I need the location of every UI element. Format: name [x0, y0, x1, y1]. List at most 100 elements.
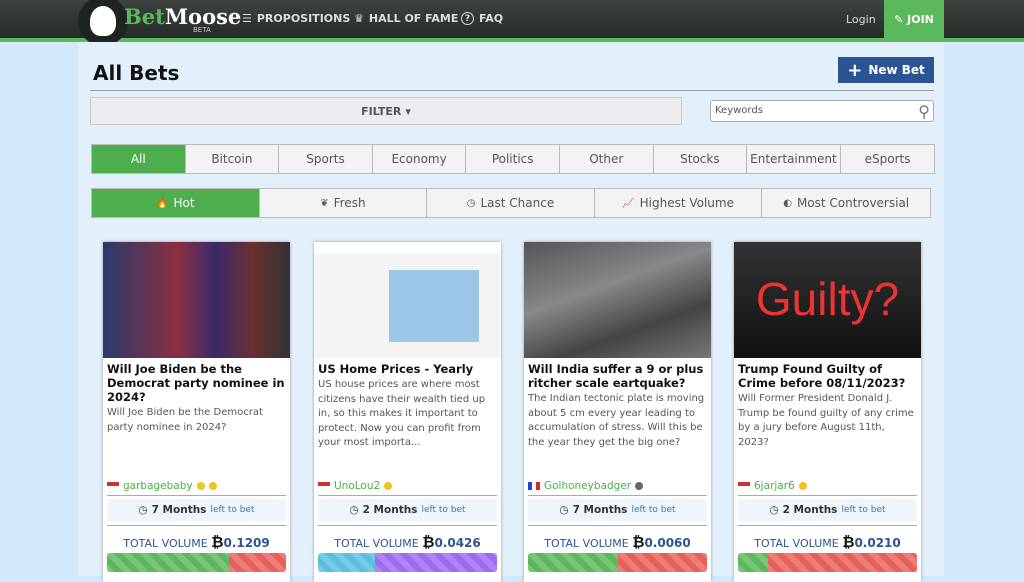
sort-most-controversial[interactable]: ◐ Most Controversial: [762, 189, 930, 217]
time-left: ◷ 7 Months left to bet: [107, 499, 286, 521]
bet-image[interactable]: [524, 242, 711, 358]
bet-image[interactable]: [103, 242, 290, 358]
tab-all[interactable]: All: [92, 145, 186, 173]
sort-icon: 📈: [622, 197, 635, 209]
bet-author[interactable]: garbagebaby: [107, 480, 217, 492]
time-value: 2 Months: [362, 504, 418, 516]
search-icon[interactable]: ⚲: [918, 102, 930, 121]
brand-name[interactable]: BetMoose: [124, 4, 241, 29]
filter-label: FILTER: [361, 104, 402, 118]
divider: [528, 495, 707, 496]
volume-label: TOTAL VOLUME: [544, 537, 629, 550]
tab-stocks[interactable]: Stocks: [653, 145, 748, 173]
odds-bar-yes: [528, 553, 618, 572]
caret-down-icon: ▾: [405, 104, 411, 118]
bet-author[interactable]: Golhoneybadger: [528, 480, 644, 492]
sort-highest-volume[interactable]: 📈 Highest Volume: [594, 189, 763, 217]
odds-bar-no: [768, 553, 917, 572]
sort-icon: ❦: [320, 197, 329, 209]
bitcoin-icon: ₿: [422, 533, 435, 551]
tab-label: Economy: [391, 152, 447, 166]
bet-description: US house prices are where most citizens …: [318, 379, 486, 448]
time-value: 2 Months: [782, 504, 838, 516]
edit-icon: ✎: [894, 12, 908, 26]
sort-fresh[interactable]: ❦ Fresh: [259, 189, 428, 217]
coins-icon: ☰: [242, 12, 252, 25]
odds-bar-yes: [738, 553, 769, 572]
divider: [738, 495, 917, 496]
new-bet-button[interactable]: + New Bet: [838, 57, 934, 83]
time-suffix: left to bet: [631, 505, 676, 515]
tab-label: Sports: [306, 152, 345, 166]
filter-toggle[interactable]: FILTER ▾: [90, 97, 682, 125]
flag-us-icon: [738, 482, 750, 490]
nav-label: FAQ: [479, 12, 504, 25]
bet-title[interactable]: Will Joe Biden be the Democrat party nom…: [103, 358, 290, 404]
time-suffix: left to bet: [421, 505, 466, 515]
odds-bar-no: [375, 553, 497, 572]
plus-icon: +: [847, 59, 863, 81]
bet-title[interactable]: Will India suffer a 9 or plus ritcher sc…: [524, 358, 711, 390]
join-button[interactable]: ✎ JOIN: [884, 0, 944, 38]
clock-icon: ◷: [138, 504, 148, 516]
bet-image[interactable]: Guilty?: [734, 242, 921, 358]
username: Golhoneybadger: [544, 480, 632, 492]
trophy-icon: ♛: [354, 12, 364, 25]
tab-bitcoin[interactable]: Bitcoin: [185, 145, 280, 173]
question-icon: ?: [461, 12, 474, 25]
odds-bar: [107, 553, 286, 572]
tab-politics[interactable]: Politics: [466, 145, 560, 173]
bet-title[interactable]: US Home Prices - Yearly: [314, 358, 501, 376]
flag-us-icon: [318, 482, 330, 490]
sort-tabs: 🔥 Hot ❦ Fresh ◷ Last Chance 📈 Highest Volume ◐ Mo…: [91, 188, 931, 218]
odds-bar-no: [228, 553, 286, 572]
nav-label: HALL OF FAME: [368, 12, 459, 25]
bet-card[interactable]: Will Joe Biden be the Democrat party nom…: [103, 242, 290, 582]
odds-bar-yes: [318, 553, 376, 572]
tab-entertainment[interactable]: Entertainment: [747, 145, 841, 173]
bitcoin-icon: ₿: [211, 533, 224, 551]
tab-label: Stocks: [680, 152, 720, 166]
odds-bar-yes: [107, 553, 229, 572]
bet-author[interactable]: UnoLou2: [318, 480, 393, 492]
divider: [738, 525, 917, 526]
login-link[interactable]: Login: [846, 13, 876, 26]
sort-last-chance[interactable]: ◷ Last Chance: [427, 189, 595, 217]
username: garbagebaby: [123, 480, 193, 492]
bet-card[interactable]: Will India suffer a 9 or plus ritcher sc…: [524, 242, 711, 582]
time-suffix: left to bet: [841, 505, 886, 515]
clock-icon: ◷: [769, 504, 779, 516]
bitcoin-icon: ₿: [632, 533, 645, 551]
nav-label: PROPOSITIONS: [256, 12, 351, 25]
search-input[interactable]: Keywords ⚲: [710, 100, 934, 122]
odds-bar: [738, 553, 917, 572]
volume-value: 0.1209: [223, 536, 270, 550]
nav-faq[interactable]: ? FAQ: [461, 12, 503, 25]
moose-logo-icon: [90, 6, 116, 36]
clock-icon: ◷: [559, 504, 569, 516]
tab-label: Entertainment: [750, 152, 837, 166]
tab-label: Most Controversial: [796, 196, 910, 210]
total-volume: TOTAL VOLUME ₿0.0210: [734, 533, 921, 551]
bet-card[interactable]: US Home Prices - Yearly US house prices …: [314, 242, 501, 582]
nav-propositions[interactable]: ☰ PROPOSITIONS: [242, 12, 350, 25]
tab-economy[interactable]: Economy: [372, 145, 467, 173]
odds-bar: [528, 553, 707, 572]
tab-label: Politics: [491, 152, 534, 166]
bet-title[interactable]: Trump Found Guilty of Crime before 08/11…: [734, 358, 921, 390]
tab-esports[interactable]: eSports: [840, 145, 935, 173]
divider: [318, 525, 497, 526]
sort-hot[interactable]: 🔥 Hot: [92, 189, 260, 217]
new-bet-label: New Bet: [868, 63, 925, 77]
bet-image[interactable]: [314, 242, 501, 358]
bet-description: Will Joe Biden be the Democrat party nom…: [107, 407, 263, 433]
volume-label: TOTAL VOLUME: [123, 537, 208, 550]
time-value: 7 Months: [572, 504, 628, 516]
nav-hall-of-fame[interactable]: ♛ HALL OF FAME: [354, 12, 458, 25]
bet-author[interactable]: 6jarjar6: [738, 480, 807, 492]
tab-other[interactable]: Other: [559, 145, 654, 173]
join-label: JOIN: [907, 12, 934, 26]
tab-sports[interactable]: Sports: [279, 145, 373, 173]
bet-card[interactable]: Guilty? Trump Found Guilty of Crime befo…: [734, 242, 921, 582]
time-value: 7 Months: [151, 504, 207, 516]
